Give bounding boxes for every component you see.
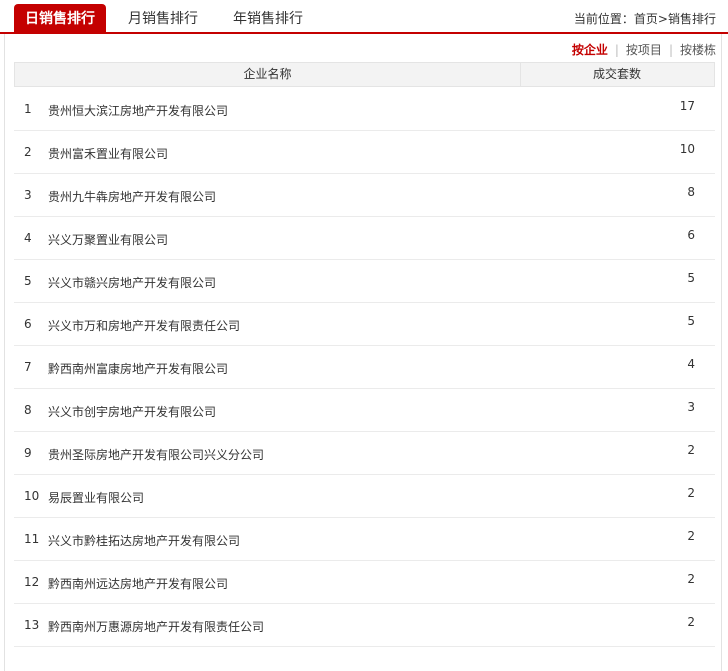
table-row: 7 黔西南州富康房地产开发有限公司 4 — [14, 346, 715, 389]
row-rank: 13 — [24, 618, 40, 632]
row-rank: 4 — [24, 231, 32, 245]
row-transaction-count: 2 — [687, 529, 695, 543]
column-header-company-name: 企业名称 — [15, 63, 521, 86]
row-rank: 2 — [24, 145, 32, 159]
row-transaction-count: 4 — [687, 357, 695, 371]
table-row: 12 黔西南州远达房地产开发有限公司 2 — [14, 561, 715, 604]
table-row: 2 贵州富禾置业有限公司 10 — [14, 131, 715, 174]
table-row: 11 兴义市黔桂拓达房地产开发有限公司 2 — [14, 518, 715, 561]
row-rank: 9 — [24, 446, 32, 460]
row-transaction-count: 8 — [687, 185, 695, 199]
row-rank: 7 — [24, 360, 32, 374]
row-company-name: 贵州圣际房地产开发有限公司兴义分公司 — [48, 448, 265, 462]
table-row: 10 易辰置业有限公司 2 — [14, 475, 715, 518]
filter-separator: | — [668, 43, 673, 57]
row-transaction-count: 10 — [679, 142, 695, 156]
row-rank: 5 — [24, 274, 32, 288]
row-transaction-count: 3 — [687, 400, 695, 414]
breadcrumb-separator: > — [657, 12, 668, 26]
row-rank: 6 — [24, 317, 32, 331]
row-rank: 3 — [24, 188, 32, 202]
row-transaction-count: 6 — [687, 228, 695, 242]
table-row: 3 贵州九牛犇房地产开发有限公司 8 — [14, 174, 715, 217]
tab-yearly-sales-ranking[interactable]: 年销售排行 — [233, 4, 303, 34]
table-row: 5 兴义市赣兴房地产开发有限公司 5 — [14, 260, 715, 303]
breadcrumb-home-link[interactable]: 首页 — [634, 12, 658, 26]
row-transaction-count: 2 — [687, 572, 695, 586]
row-company-name: 易辰置业有限公司 — [48, 491, 145, 505]
table-row: 13 黔西南州万惠源房地产开发有限责任公司 2 — [14, 604, 715, 647]
row-company-name: 贵州九牛犇房地产开发有限公司 — [48, 190, 217, 204]
filter-by-building[interactable]: 按楼栋 — [680, 43, 716, 57]
row-rank: 10 — [24, 489, 40, 503]
table-row: 4 兴义万聚置业有限公司 6 — [14, 217, 715, 260]
breadcrumb: 当前位置：首页>销售排行 — [574, 10, 716, 27]
table-row: 8 兴义市创宇房地产开发有限公司 3 — [14, 389, 715, 432]
top-tab-bar: 日销售排行 月销售排行 年销售排行 当前位置：首页>销售排行 — [0, 0, 728, 34]
row-transaction-count: 2 — [687, 486, 695, 500]
tab-monthly-sales-ranking[interactable]: 月销售排行 — [128, 4, 198, 34]
row-company-name: 黔西南州万惠源房地产开发有限责任公司 — [48, 620, 265, 634]
tab-daily-sales-ranking[interactable]: 日销售排行 — [14, 4, 106, 34]
column-header-transaction-count: 成交套数 — [592, 67, 641, 81]
row-rank: 8 — [24, 403, 32, 417]
row-company-name: 兴义市创宇房地产开发有限公司 — [48, 405, 217, 419]
row-company-name: 兴义万聚置业有限公司 — [48, 233, 169, 247]
table-row: 6 兴义市万和房地产开发有限责任公司 5 — [14, 303, 715, 346]
table-row: 9 贵州圣际房地产开发有限公司兴义分公司 2 — [14, 432, 715, 475]
row-company-name: 黔西南州富康房地产开发有限公司 — [48, 362, 229, 376]
ranking-table-header: 企业名称 成交套数 — [14, 62, 715, 87]
row-transaction-count: 17 — [679, 99, 695, 113]
row-company-name: 贵州恒大滨江房地产开发有限公司 — [48, 104, 229, 118]
row-rank: 11 — [24, 532, 40, 546]
row-rank: 1 — [24, 102, 32, 116]
row-transaction-count: 5 — [687, 314, 695, 328]
ranking-table-body: 1 贵州恒大滨江房地产开发有限公司 17 2 贵州富禾置业有限公司 10 3 贵州九牛犇房… — [14, 88, 715, 647]
breadcrumb-current: 销售排行 — [667, 12, 716, 26]
filter-separator: | — [614, 43, 619, 57]
filter-by-project[interactable]: 按项目 — [626, 43, 662, 57]
table-row: 1 贵州恒大滨江房地产开发有限公司 17 — [14, 88, 715, 131]
row-transaction-count: 5 — [687, 271, 695, 285]
ranking-filter-bar: 按企业 | 按项目 | 按楼栋 — [572, 41, 716, 58]
row-transaction-count: 2 — [687, 615, 695, 629]
row-company-name: 兴义市赣兴房地产开发有限公司 — [48, 276, 217, 290]
row-transaction-count: 2 — [687, 443, 695, 457]
row-company-name: 兴义市黔桂拓达房地产开发有限公司 — [48, 534, 241, 548]
row-company-name: 兴义市万和房地产开发有限责任公司 — [48, 319, 241, 333]
row-company-name: 贵州富禾置业有限公司 — [48, 147, 169, 161]
filter-by-company[interactable]: 按企业 — [572, 43, 608, 57]
row-company-name: 黔西南州远达房地产开发有限公司 — [48, 577, 229, 591]
row-rank: 12 — [24, 575, 40, 589]
breadcrumb-prefix: 当前位置： — [573, 12, 634, 26]
